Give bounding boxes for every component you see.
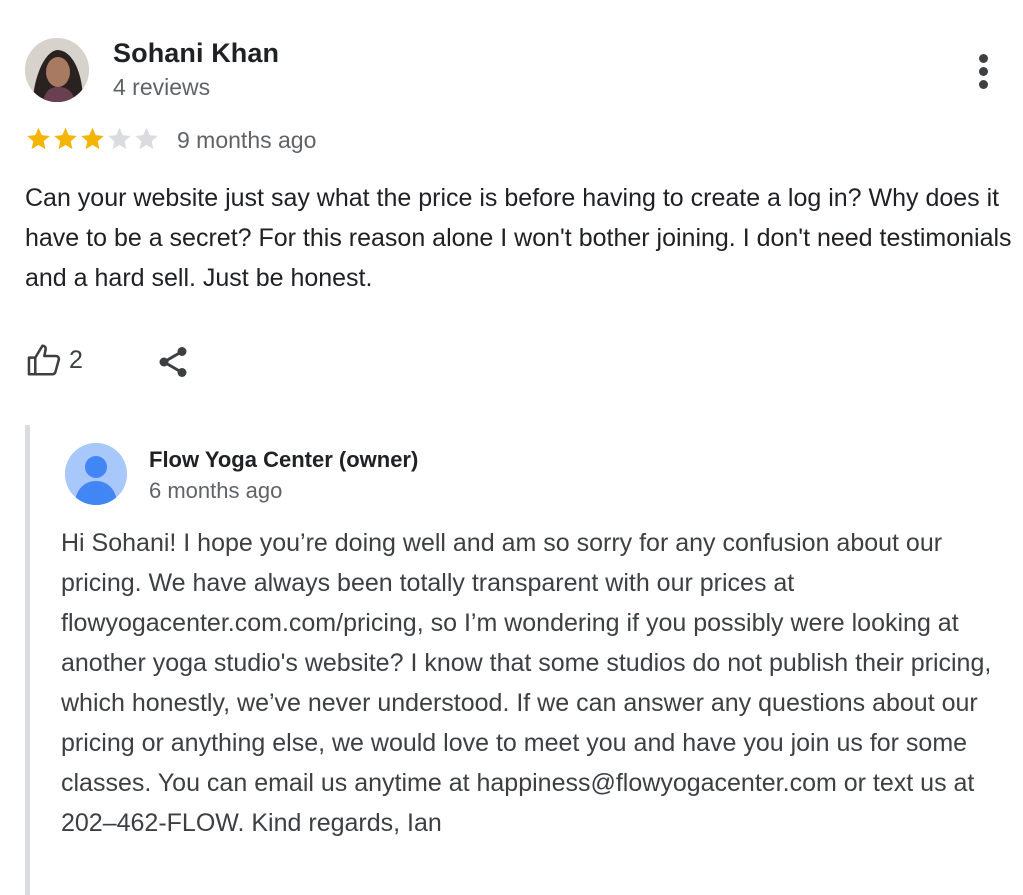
share-icon	[159, 347, 187, 377]
owner-avatar	[65, 443, 127, 505]
star-empty-icon	[108, 127, 131, 150]
star-filled-icon	[54, 127, 77, 150]
owner-name: Flow Yoga Center (owner)	[149, 447, 419, 472]
review-card: Sohani Khan 4 reviews 9 months ago Can y…	[0, 0, 1023, 895]
share-button[interactable]	[155, 344, 191, 380]
more-vertical-icon	[979, 54, 988, 63]
owner-reply: Flow Yoga Center (owner) 6 months ago Hi…	[25, 425, 1020, 895]
author-review-count: 4 reviews	[113, 74, 211, 100]
star-empty-icon	[135, 127, 158, 150]
author-name[interactable]: Sohani Khan	[113, 38, 279, 69]
star-filled-icon	[27, 127, 50, 150]
thumbs-up-icon	[27, 344, 61, 376]
star-rating	[25, 125, 160, 155]
review-date: 9 months ago	[177, 127, 317, 153]
more-vertical-icon-dot	[979, 67, 988, 76]
review-text: Can your website just say what the price…	[25, 184, 1012, 292]
star-filled-icon	[81, 127, 104, 150]
like-button[interactable]: 2	[25, 340, 83, 380]
author-avatar[interactable]	[25, 38, 89, 102]
more-options-button[interactable]	[966, 48, 1002, 94]
person-icon	[65, 443, 127, 505]
author-photo	[25, 38, 89, 102]
owner-reply-date: 6 months ago	[149, 478, 283, 503]
more-vertical-icon-dot	[979, 80, 988, 89]
owner-reply-text: Hi Sohani! I hope you’re doing well and …	[61, 529, 992, 837]
like-count: 2	[69, 345, 83, 374]
